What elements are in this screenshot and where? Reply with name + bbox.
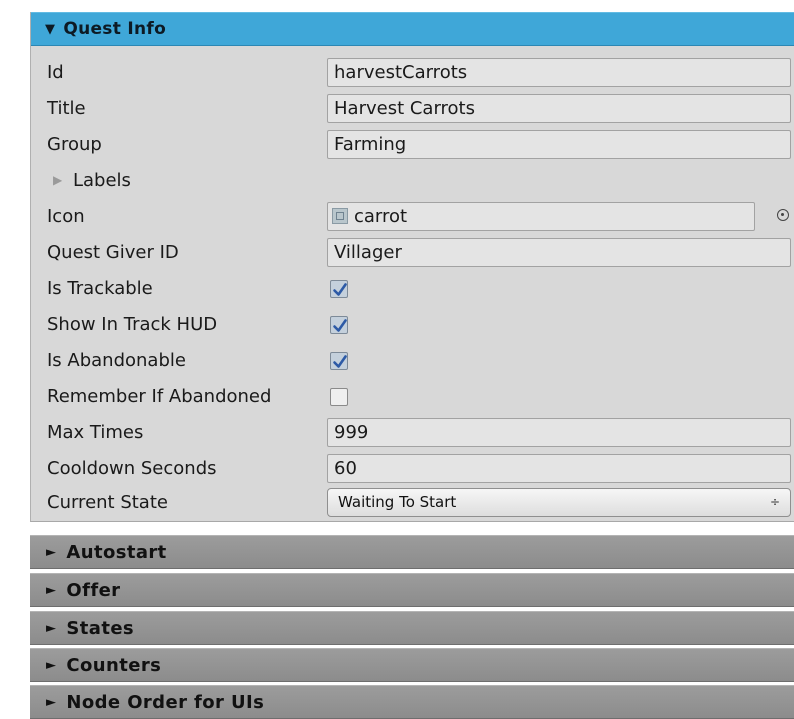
is-abandonable-label: Is Abandonable xyxy=(47,350,186,371)
is-trackable-checkbox[interactable] xyxy=(330,280,348,298)
section-arrow-icon: ► xyxy=(46,544,57,560)
icon-row: Icon carrot xyxy=(31,199,794,235)
max-times-field[interactable]: 999 xyxy=(327,418,791,447)
current-state-row: Current State Waiting To Start ÷ xyxy=(31,485,794,521)
labels-foldout-arrow-icon: ▶ xyxy=(53,173,63,187)
top-background xyxy=(0,0,794,12)
section-node-order-for-uis[interactable]: ► Node Order for UIs xyxy=(30,685,794,719)
section-arrow-icon: ► xyxy=(46,694,57,710)
is-abandonable-checkbox[interactable] xyxy=(330,352,348,370)
section-offer[interactable]: ► Offer xyxy=(30,573,794,607)
cooldown-seconds-row: Cooldown Seconds 60 xyxy=(31,451,794,487)
section-label: States xyxy=(66,617,135,639)
cooldown-seconds-label: Cooldown Seconds xyxy=(47,458,217,479)
quest-giver-id-label: Quest Giver ID xyxy=(47,242,179,263)
group-field[interactable]: Farming xyxy=(327,130,791,159)
remember-if-abandoned-row: Remember If Abandoned xyxy=(31,379,794,415)
is-trackable-label: Is Trackable xyxy=(47,278,153,299)
section-label: Counters xyxy=(66,654,162,676)
show-in-track-hud-label: Show In Track HUD xyxy=(47,314,218,335)
section-label: Node Order for UIs xyxy=(66,691,265,713)
section-arrow-icon: ► xyxy=(46,582,57,598)
show-in-track-hud-row: Show In Track HUD xyxy=(31,307,794,343)
quest-giver-id-field[interactable]: Villager xyxy=(327,238,791,267)
remember-if-abandoned-checkbox[interactable] xyxy=(330,388,348,406)
section-states[interactable]: ► States xyxy=(30,611,794,645)
labels-foldout[interactable]: ▶ Labels xyxy=(31,163,794,199)
icon-object-field[interactable]: carrot xyxy=(327,202,755,231)
checkmark-icon xyxy=(333,355,347,368)
quest-info-panel: ▼ Quest Info Id harvestCarrots Title Har… xyxy=(30,12,794,522)
foldout-arrow-icon: ▼ xyxy=(45,21,56,37)
checkmark-icon xyxy=(333,283,347,296)
quest-info-title: Quest Info xyxy=(63,19,167,39)
id-label: Id xyxy=(47,62,64,83)
icon-label: Icon xyxy=(47,206,85,227)
object-picker-icon[interactable] xyxy=(777,209,789,221)
title-field[interactable]: Harvest Carrots xyxy=(327,94,791,123)
current-state-value: Waiting To Start xyxy=(338,493,457,511)
max-times-row: Max Times 999 xyxy=(31,415,794,451)
group-label: Group xyxy=(47,134,102,155)
title-label: Title xyxy=(47,98,86,119)
section-label: Autostart xyxy=(66,541,167,563)
title-row: Title Harvest Carrots xyxy=(31,91,794,127)
icon-object-value: carrot xyxy=(354,206,408,227)
id-row: Id harvestCarrots xyxy=(31,55,794,91)
labels-foldout-label: Labels xyxy=(73,170,131,191)
section-arrow-icon: ► xyxy=(46,657,57,673)
is-abandonable-row: Is Abandonable xyxy=(31,343,794,379)
group-row: Group Farming xyxy=(31,127,794,163)
quest-giver-id-row: Quest Giver ID Villager xyxy=(31,235,794,271)
section-autostart[interactable]: ► Autostart xyxy=(30,535,794,569)
checkmark-icon xyxy=(333,319,347,332)
section-counters[interactable]: ► Counters xyxy=(30,648,794,682)
is-trackable-row: Is Trackable xyxy=(31,271,794,307)
id-field[interactable]: harvestCarrots xyxy=(327,58,791,87)
current-state-dropdown[interactable]: Waiting To Start ÷ xyxy=(327,488,791,517)
show-in-track-hud-checkbox[interactable] xyxy=(330,316,348,334)
section-label: Offer xyxy=(66,579,121,601)
current-state-label: Current State xyxy=(47,492,168,513)
cooldown-seconds-field[interactable]: 60 xyxy=(327,454,791,483)
max-times-label: Max Times xyxy=(47,422,144,443)
object-icon xyxy=(332,208,348,224)
quest-info-header[interactable]: ▼ Quest Info xyxy=(31,12,794,46)
remember-if-abandoned-label: Remember If Abandoned xyxy=(47,386,272,407)
section-arrow-icon: ► xyxy=(46,620,57,636)
dropdown-arrows-icon: ÷ xyxy=(769,495,780,509)
